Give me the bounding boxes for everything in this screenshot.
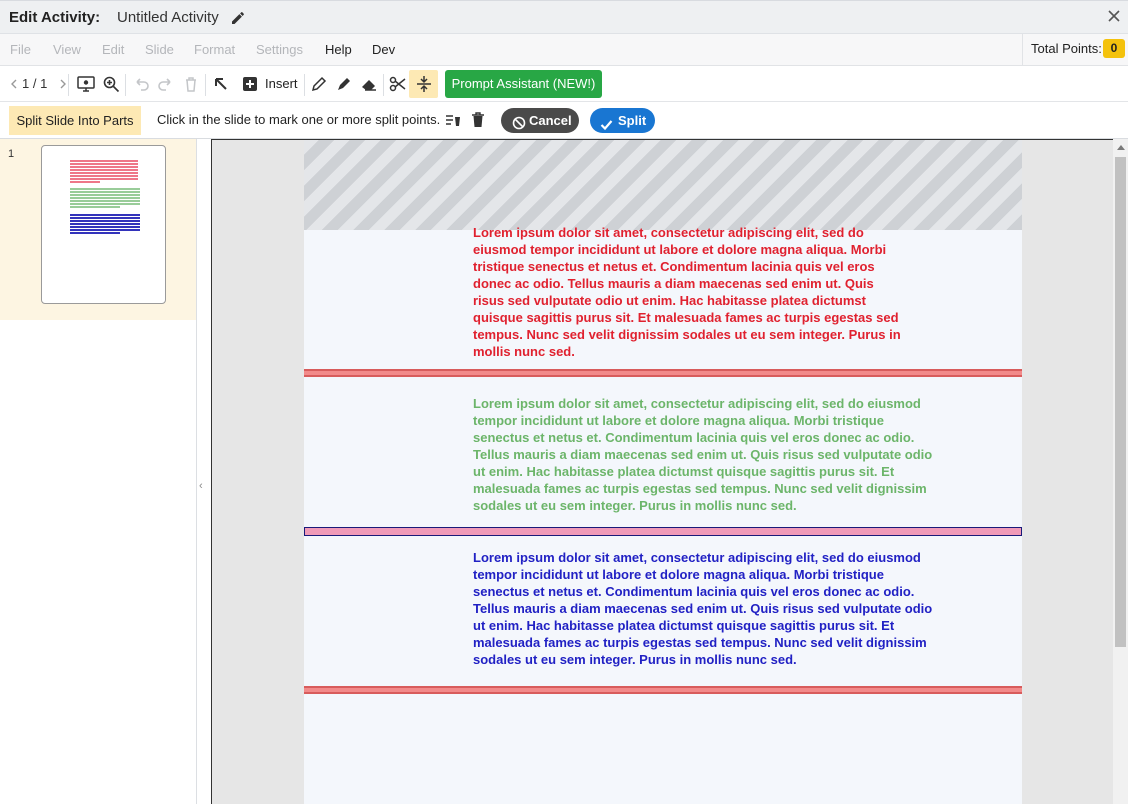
total-points: Total Points: 0	[1022, 34, 1128, 66]
toolbar-divider	[304, 74, 305, 96]
split-mode-label: Split Slide Into Parts	[9, 106, 141, 135]
select-arrow-icon[interactable]	[211, 74, 231, 94]
clear-split-points-icon[interactable]	[444, 111, 462, 129]
toolbar-divider	[383, 74, 384, 96]
scissors-icon[interactable]	[388, 74, 408, 94]
slide-sidebar: 1	[0, 139, 197, 804]
slide-thumbnail[interactable]	[41, 145, 166, 304]
edit-activity-label: Edit Activity:	[9, 9, 101, 26]
total-points-label: Total Points:	[1031, 41, 1102, 56]
split-point-marker[interactable]	[304, 369, 1022, 377]
activity-name[interactable]: Untitled Activity	[117, 9, 219, 26]
trash-icon[interactable]	[181, 74, 201, 94]
split-mode-toggle[interactable]	[409, 70, 438, 98]
menu-file[interactable]: File	[10, 42, 31, 57]
redo-icon[interactable]	[156, 74, 176, 94]
cancel-button[interactable]: Cancel	[501, 108, 579, 133]
chevron-right-icon[interactable]	[53, 74, 66, 94]
total-points-badge: 0	[1103, 39, 1125, 58]
check-icon	[600, 114, 613, 131]
scrollbar-thumb[interactable]	[1115, 157, 1126, 647]
menu-edit[interactable]: Edit	[102, 42, 124, 57]
vertical-scrollbar[interactable]	[1113, 139, 1128, 804]
split-mode-bar: Split Slide Into Parts Click in the slid…	[0, 102, 1128, 139]
toolbar-divider	[125, 74, 126, 96]
menu-help[interactable]: Help	[325, 42, 352, 57]
insert-menu-label[interactable]: Insert	[265, 76, 298, 91]
marker-icon[interactable]	[334, 74, 354, 94]
split-lines-icon	[414, 74, 434, 94]
preview-icon[interactable]	[76, 74, 96, 94]
ban-icon	[512, 113, 526, 130]
slide-thumbnail-row[interactable]: 1	[0, 139, 196, 320]
split-instruction: Click in the slide to mark one or more s…	[157, 112, 441, 127]
split-point-marker[interactable]	[304, 686, 1022, 694]
delete-split-icon[interactable]	[469, 111, 487, 129]
edit-name-pencil-icon[interactable]	[230, 9, 246, 25]
menu-dev[interactable]: Dev	[372, 42, 395, 57]
menu-bar: File View Edit Slide Format Settings Hel…	[0, 34, 1128, 66]
page-indicator: 1 / 1	[22, 76, 48, 91]
menu-format[interactable]: Format	[194, 42, 235, 57]
close-icon[interactable]	[1106, 8, 1122, 24]
toolbar: 1 / 1 Insert Prompt Assistant (NEW!)	[0, 66, 1128, 102]
undo-icon[interactable]	[131, 74, 151, 94]
split-button[interactable]: Split	[590, 108, 655, 133]
pencil-icon[interactable]	[309, 74, 329, 94]
non-editable-region	[304, 140, 1022, 230]
split-label: Split	[618, 113, 647, 128]
scroll-up-icon[interactable]	[1117, 145, 1125, 150]
insert-plus-icon[interactable]	[240, 74, 260, 94]
slide-canvas[interactable]: Lorem ipsum dolor sit amet, consectetur …	[304, 140, 1022, 804]
toolbar-divider	[68, 74, 69, 96]
title-bar: Edit Activity: Untitled Activity	[0, 0, 1128, 34]
cancel-label: Cancel	[529, 113, 572, 128]
prompt-assistant-button[interactable]: Prompt Assistant (NEW!)	[445, 70, 602, 98]
split-point-marker-selected[interactable]	[304, 527, 1022, 536]
menu-settings[interactable]: Settings	[256, 42, 303, 57]
menu-slide[interactable]: Slide	[145, 42, 174, 57]
toolbar-divider	[205, 74, 206, 96]
eraser-icon[interactable]	[359, 74, 379, 94]
menu-view[interactable]: View	[53, 42, 81, 57]
chevron-left-icon[interactable]	[4, 74, 17, 94]
slide-paragraph-green[interactable]: Lorem ipsum dolor sit amet, consectetur …	[473, 395, 933, 514]
collapse-sidebar-icon[interactable]: ‹	[199, 480, 203, 492]
slide-editor[interactable]: Lorem ipsum dolor sit amet, consectetur …	[211, 139, 1113, 804]
slide-paragraph-red[interactable]: Lorem ipsum dolor sit amet, consectetur …	[473, 224, 903, 360]
slide-paragraph-blue[interactable]: Lorem ipsum dolor sit amet, consectetur …	[473, 549, 933, 668]
slide-number: 1	[8, 148, 15, 160]
zoom-icon[interactable]	[101, 74, 121, 94]
